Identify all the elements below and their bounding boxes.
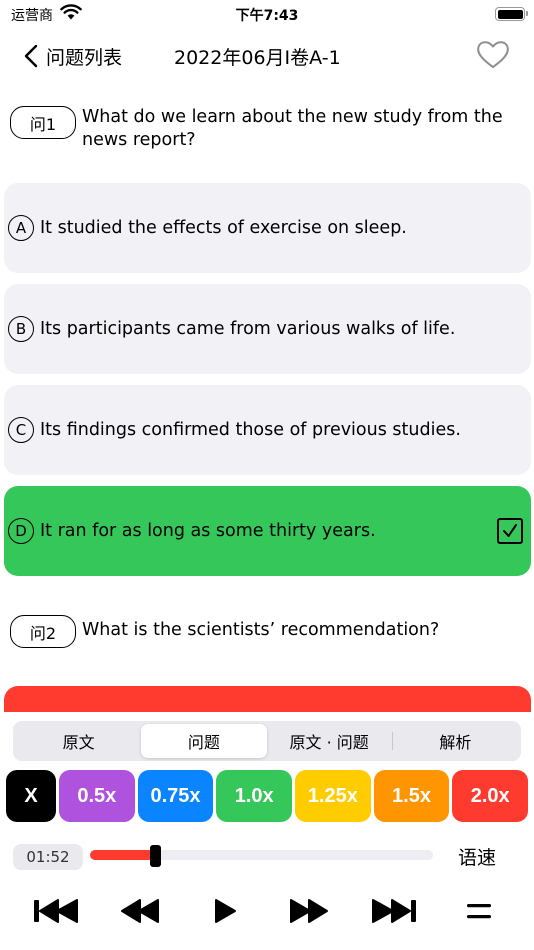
fast-forward-button[interactable] [289,898,329,924]
menu-button[interactable] [466,898,492,924]
skip-forward-icon [372,899,416,923]
heart-icon[interactable] [476,38,510,70]
back-button[interactable]: 问题列表 [24,42,122,70]
skip-back-icon [34,899,78,923]
battery-tip [526,11,528,16]
speed-1.5x-button[interactable]: 1.5x [373,770,450,822]
player-panel: 原文 问题 原文 · 问题 解析 X 0.5x 0.75x 1.0x 1.25x… [0,712,534,950]
question-badge: 问2 [10,615,76,648]
playback-progress: 01:52 语速 [13,842,523,872]
rewind-icon [121,899,159,923]
rewind-button[interactable] [120,898,160,924]
question-text: What is the scientists’ recommendation? [82,620,440,640]
status-time: 下午7:43 [235,8,299,24]
option-a[interactable]: A It studied the effects of exercise on … [4,183,531,273]
view-mode-segmented-control: 原文 问题 原文 · 问题 解析 [13,721,521,761]
speed-2.0x-button[interactable]: 2.0x [452,770,529,822]
option-text: It ran for as long as some thirty years. [40,521,376,541]
battery-icon [495,7,525,21]
question-2-header: 问2 What is the scientists’ recommendatio… [10,615,512,648]
play-icon [215,899,236,923]
tab-analysis[interactable]: 解析 [393,724,518,758]
speed-1.0x-button[interactable]: 1.0x [216,770,293,822]
option-c[interactable]: C Its findings confirmed those of previo… [4,385,531,475]
speed-0.5x-button[interactable]: 0.5x [59,770,135,822]
skip-to-start-button[interactable] [33,898,79,924]
tab-original[interactable]: 原文 [16,724,141,758]
option-letter: D [8,518,34,544]
play-button[interactable] [213,898,237,924]
option-letter: A [8,215,34,241]
tab-questions[interactable]: 问题 [141,724,267,758]
option-text: It studied the effects of exercise on sl… [40,218,407,238]
question-badge: 问1 [10,106,76,139]
fast-forward-icon [290,899,328,923]
option-b[interactable]: B Its participants came from various wal… [4,284,531,374]
progress-fill [90,850,156,860]
question-text: What do we learn about the new study fro… [82,107,503,150]
speech-rate-label[interactable]: 语速 [458,843,496,870]
chevron-left-icon [24,44,38,68]
speed-0.75x-button[interactable]: 0.75x [137,770,214,822]
option-letter: C [8,417,34,443]
option-text: Its findings confirmed those of previous… [40,420,461,440]
slider-thumb[interactable] [150,845,162,867]
speed-buttons: X 0.5x 0.75x 1.0x 1.25x 1.5x 2.0x [6,770,529,822]
back-label: 问题列表 [46,46,123,69]
skip-to-end-button[interactable] [371,898,417,924]
elapsed-time: 01:52 [13,844,83,870]
speed-1.25x-button[interactable]: 1.25x [295,770,371,822]
page-title: 2022年06月I卷A-1 [174,47,341,69]
question-1-header: 问1 What do we learn about the new study … [10,106,512,152]
option-letter: B [8,316,34,342]
checkbox-checked-icon [497,518,523,544]
speed-close-button[interactable]: X [6,770,56,822]
menu-icon [467,904,491,919]
option-text: Its participants came from various walks… [40,319,456,339]
option-d[interactable]: D It ran for as long as some thirty year… [4,486,531,576]
progress-slider[interactable] [90,845,433,867]
tab-original-questions[interactable]: 原文 · 问题 [267,724,392,758]
playback-controls [0,892,534,932]
status-bar: 运营商 下午7:43 [0,0,534,28]
